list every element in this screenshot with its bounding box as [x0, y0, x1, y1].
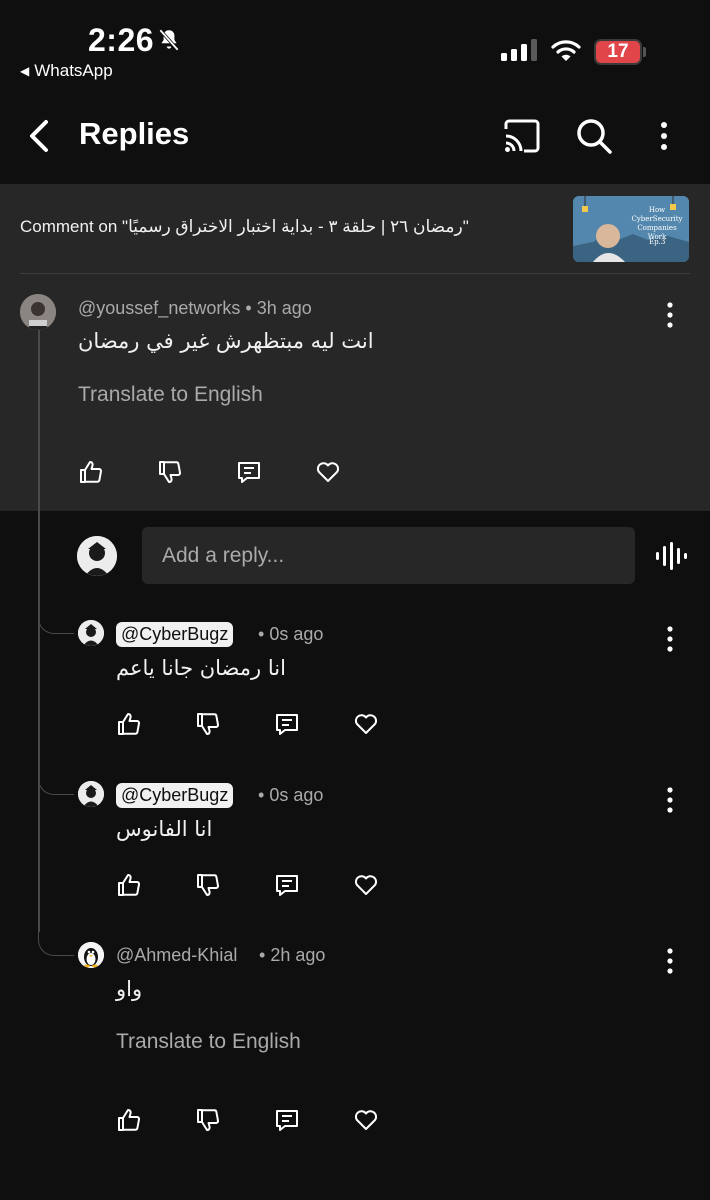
translate-link[interactable]: Translate to English [78, 383, 263, 407]
comment-time: 3h ago [256, 298, 312, 318]
heart-icon[interactable] [315, 459, 341, 485]
reply-icon[interactable] [274, 1107, 300, 1133]
reply-meta: • 0s ago [258, 624, 323, 645]
reply-author[interactable]: @CyberBugz [116, 622, 234, 647]
reply-icon[interactable] [274, 711, 300, 737]
reply-author[interactable]: @CyberBugz [116, 783, 234, 808]
thread-connector [38, 928, 74, 956]
comment-on-label: Comment on "رمضان ٢٦ | حلقة ٣ - بداية اخ… [20, 217, 469, 236]
reply-input[interactable] [142, 527, 635, 584]
reply-meta: • 2h ago [259, 945, 325, 966]
thumbnail-episode: Ep.3 [649, 238, 666, 246]
more-vert-icon[interactable] [658, 300, 682, 330]
like-icon[interactable] [116, 872, 142, 898]
comment-actions [78, 459, 394, 485]
parent-comment: @youssef_networks • 3h ago انت ليه مبتظه… [0, 274, 710, 511]
back-triangle-icon: ◀ [20, 64, 30, 78]
wifi-icon [551, 40, 581, 61]
heart-icon[interactable] [353, 1107, 379, 1133]
like-icon[interactable] [116, 711, 142, 737]
back-app-label: WhatsApp [34, 61, 113, 80]
translate-link[interactable]: Translate to English [116, 1030, 301, 1054]
reply-time: 0s ago [269, 785, 324, 805]
reply-actions [116, 711, 432, 737]
search-icon[interactable] [575, 117, 613, 155]
thread-line [38, 330, 40, 932]
avatar[interactable] [20, 294, 56, 330]
voice-search-icon[interactable] [654, 541, 688, 571]
video-thumbnail[interactable]: How CyberSecurity Companies Work Ep.3 [573, 196, 689, 262]
reply-author[interactable]: @Ahmed-Khial [116, 945, 237, 966]
dislike-icon[interactable] [195, 872, 221, 898]
app-bar: Replies [0, 100, 710, 172]
thumbnail-title: How CyberSecurity Companies Work [631, 206, 683, 241]
more-vert-icon[interactable] [658, 785, 682, 815]
reply-icon[interactable] [236, 459, 262, 485]
reply-time: 2h ago [270, 945, 326, 965]
like-icon[interactable] [78, 459, 104, 485]
meta-separator: • [258, 785, 265, 805]
reply-actions [116, 872, 432, 898]
back-to-app-link[interactable]: ◀ WhatsApp [20, 61, 113, 81]
comment-meta: @youssef_networks • 3h ago [78, 298, 312, 319]
reply-icon[interactable] [274, 872, 300, 898]
heart-icon[interactable] [353, 872, 379, 898]
more-vert-icon[interactable] [658, 624, 682, 654]
reply-time: 0s ago [269, 624, 324, 644]
meta-separator: • [245, 298, 252, 318]
comment-text: انت ليه مبتظهرش غير في رمضان [78, 329, 374, 353]
reply-text: انا رمضان جانا ياعم [116, 656, 286, 680]
avatar[interactable] [77, 536, 117, 576]
meta-separator: • [258, 624, 265, 644]
like-icon[interactable] [116, 1107, 142, 1133]
thread-connector [38, 767, 74, 795]
dislike-icon[interactable] [195, 711, 221, 737]
battery-indicator: 17 [594, 39, 642, 65]
dislike-icon[interactable] [195, 1107, 221, 1133]
dislike-icon[interactable] [157, 459, 183, 485]
more-vert-icon[interactable] [658, 946, 682, 976]
reply-text: واو [116, 977, 143, 1001]
avatar[interactable] [78, 620, 104, 646]
comment-author[interactable]: @youssef_networks [78, 298, 240, 318]
avatar[interactable] [78, 942, 104, 968]
thread-connector [38, 606, 74, 634]
avatar[interactable] [78, 781, 104, 807]
reply-meta: • 0s ago [258, 785, 323, 806]
status-bar: 2:26 ◀ WhatsApp 17 [0, 0, 710, 90]
reply-actions [116, 1107, 432, 1133]
battery-cap [643, 47, 646, 57]
video-context-strip[interactable]: Comment on "رمضان ٢٦ | حلقة ٣ - بداية اخ… [0, 184, 710, 274]
bell-off-icon [159, 29, 179, 51]
status-time: 2:26 [88, 22, 155, 58]
signal-icon [501, 39, 537, 61]
page-title: Replies [79, 116, 190, 151]
heart-icon[interactable] [353, 711, 379, 737]
meta-separator: • [259, 945, 266, 965]
more-vert-icon[interactable] [652, 117, 676, 155]
cast-icon[interactable] [502, 117, 542, 155]
back-arrow-icon[interactable] [22, 116, 56, 156]
reply-text: انا الفانوس [116, 817, 213, 841]
